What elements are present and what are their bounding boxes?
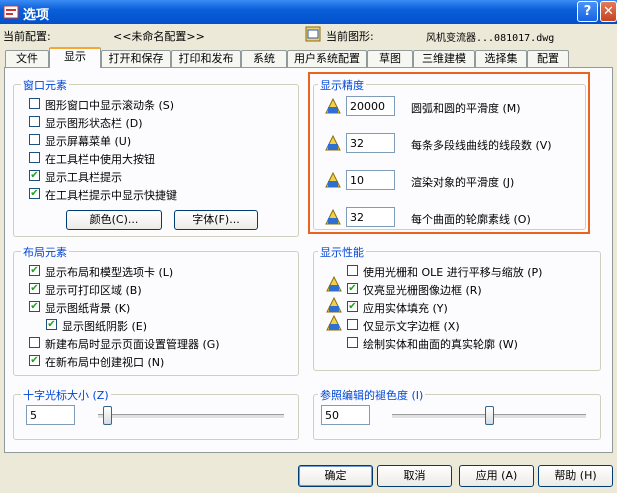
window-title: 选项 bbox=[23, 8, 50, 23]
checkbox-label: 显示布局和模型选项卡 (L) bbox=[45, 266, 174, 279]
crosshair-title: 十字光标大小 (Z) bbox=[21, 387, 111, 403]
checkbox[interactable] bbox=[29, 152, 40, 163]
tab-3d-modeling[interactable]: 三维建模 bbox=[413, 50, 475, 67]
checkbox[interactable]: ✔ bbox=[29, 283, 40, 294]
tab-selection[interactable]: 选择集 bbox=[475, 50, 527, 67]
checkbox-label: 显示图形状态栏 (D) bbox=[45, 117, 143, 130]
checkbox[interactable]: ✔ bbox=[347, 283, 358, 294]
apply-button[interactable]: 应用 (A) bbox=[459, 465, 534, 487]
checkbox[interactable] bbox=[29, 337, 40, 348]
crosshair-size-field[interactable]: 5 bbox=[26, 405, 75, 425]
resolution-label: 渲染对象的平滑度 (J) bbox=[411, 176, 515, 189]
checkbox-label: 仅亮显光栅图像边框 (R) bbox=[363, 284, 482, 297]
help-button[interactable]: 帮助 (H) bbox=[538, 465, 613, 487]
resolution-value-field[interactable]: 20000 bbox=[346, 96, 395, 116]
resolution-label: 每个曲面的轮廓素线 (O) bbox=[411, 213, 531, 226]
checkbox[interactable]: ✔ bbox=[29, 170, 40, 181]
checkbox-label: 绘制实体和曲面的真实轮廓 (W) bbox=[363, 338, 518, 351]
app-icon bbox=[3, 5, 19, 19]
checkbox[interactable]: ✔ bbox=[29, 265, 40, 276]
checkbox-label: 图形窗口中显示滚动条 (S) bbox=[45, 99, 175, 112]
checkbox-label: 显示图纸背景 (K) bbox=[45, 302, 131, 315]
drawing-icon bbox=[305, 26, 321, 42]
checkbox-label: 显示可打印区域 (B) bbox=[45, 284, 142, 297]
checkbox-label: 显示工具栏提示 bbox=[45, 171, 122, 184]
ok-button[interactable]: 确定 bbox=[298, 465, 373, 487]
xref-fade-title: 参照编辑的褪色度 (I) bbox=[318, 387, 426, 403]
resolution-value-field[interactable]: 32 bbox=[346, 207, 395, 227]
crosshair-slider-thumb[interactable] bbox=[103, 406, 113, 425]
resolution-icon bbox=[325, 208, 341, 225]
performance-icon bbox=[326, 296, 342, 313]
checkbox[interactable]: ✔ bbox=[347, 301, 358, 312]
tab-open-save[interactable]: 打开和保存 bbox=[101, 50, 171, 67]
display-resolution-title: 显示精度 bbox=[318, 77, 366, 93]
current-drawing-label: 当前图形: bbox=[326, 30, 374, 43]
checkbox[interactable] bbox=[347, 319, 358, 330]
tab-drafting[interactable]: 草图 bbox=[367, 50, 413, 67]
checkbox-label: 在工具栏中使用大按钮 bbox=[45, 153, 155, 166]
current-profile-value: <<未命名配置>> bbox=[113, 30, 205, 43]
tab-plot-publish[interactable]: 打印和发布 bbox=[171, 50, 241, 67]
current-profile-label: 当前配置: bbox=[3, 30, 51, 43]
resolution-label: 每条多段线曲线的线段数 (V) bbox=[411, 139, 552, 152]
checkbox-label: 显示图纸阴影 (E) bbox=[62, 320, 148, 333]
checkbox[interactable]: ✔ bbox=[29, 355, 40, 366]
checkbox-label: 新建布局时显示页面设置管理器 (G) bbox=[45, 338, 220, 351]
resolution-icon bbox=[325, 134, 341, 151]
colors-button[interactable]: 颜色(C)... bbox=[66, 210, 162, 230]
checkbox[interactable] bbox=[347, 337, 358, 348]
checkbox-label: 使用光栅和 OLE 进行平移与缩放 (P) bbox=[363, 266, 543, 279]
resolution-value-field[interactable]: 32 bbox=[346, 133, 395, 153]
checkbox[interactable]: ✔ bbox=[46, 319, 57, 330]
tab-system[interactable]: 系统 bbox=[241, 50, 287, 67]
checkbox[interactable]: ✔ bbox=[29, 188, 40, 199]
checkbox-label: 显示屏幕菜单 (U) bbox=[45, 135, 132, 148]
crosshair-slider-track[interactable] bbox=[98, 414, 284, 419]
checkbox[interactable] bbox=[29, 116, 40, 127]
title-bar: 选项 ? ✕ bbox=[0, 0, 617, 24]
checkbox-label: 仅显示文字边框 (X) bbox=[363, 320, 460, 333]
resolution-icon bbox=[325, 171, 341, 188]
resolution-icon bbox=[325, 97, 341, 114]
help-title-button[interactable]: ? bbox=[577, 1, 598, 22]
tab-profiles[interactable]: 配置 bbox=[527, 50, 569, 67]
checkbox[interactable] bbox=[347, 265, 358, 276]
checkbox[interactable] bbox=[29, 134, 40, 145]
resolution-value-field[interactable]: 10 bbox=[346, 170, 395, 190]
current-drawing-value: 风机变流器...081017.dwg bbox=[426, 33, 555, 44]
checkbox[interactable] bbox=[29, 98, 40, 109]
tab-user-preferences[interactable]: 用户系统配置 bbox=[287, 50, 367, 67]
checkbox-label: 在工具栏提示中显示快捷键 bbox=[45, 189, 177, 202]
resolution-label: 圆弧和圆的平滑度 (M) bbox=[411, 102, 521, 115]
checkbox-label: 应用实体填充 (Y) bbox=[363, 302, 448, 315]
tab-files[interactable]: 文件 bbox=[5, 50, 49, 67]
display-performance-title: 显示性能 bbox=[318, 244, 366, 260]
fonts-button[interactable]: 字体(F)... bbox=[174, 210, 258, 230]
performance-icon bbox=[326, 275, 342, 292]
performance-icon bbox=[326, 314, 342, 331]
xref-fade-slider-thumb[interactable] bbox=[485, 406, 494, 425]
cancel-button[interactable]: 取消 bbox=[377, 465, 452, 487]
checkbox-label: 在新布局中创建视口 (N) bbox=[45, 356, 165, 369]
close-button[interactable]: ✕ bbox=[600, 1, 617, 22]
window-elements-title: 窗口元素 bbox=[21, 77, 69, 93]
tab-display[interactable]: 显示 bbox=[49, 47, 101, 68]
checkbox[interactable]: ✔ bbox=[29, 301, 40, 312]
xref-fade-field[interactable]: 50 bbox=[321, 405, 370, 425]
layout-elements-title: 布局元素 bbox=[21, 244, 69, 260]
